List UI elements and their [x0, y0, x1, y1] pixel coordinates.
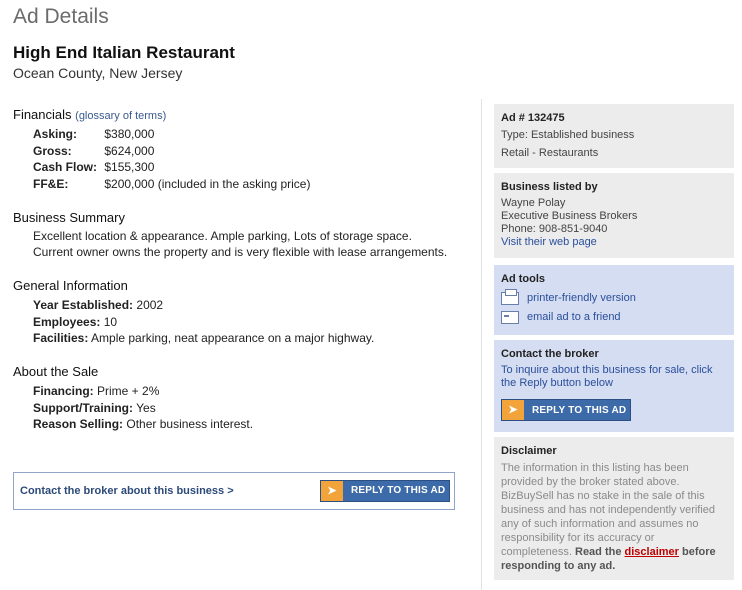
financials-value: $380,000: [104, 127, 155, 141]
email-link[interactable]: email ad to a friend: [527, 311, 621, 324]
disclaimer-link[interactable]: disclaimer: [625, 546, 679, 558]
business-summary-section: Business Summary Excellent location & ap…: [13, 210, 447, 260]
broker-heading: Business listed by: [501, 181, 598, 193]
general-info-row: Year Established: 2002: [33, 297, 374, 314]
contact-broker-panel: Contact the broker To inquire about this…: [494, 340, 734, 432]
financials-row: FF&E: $200,000 (included in the asking p…: [33, 176, 310, 193]
ad-category: Retail - Restaurants: [501, 147, 599, 159]
reply-button-label: REPLY TO THIS AD: [532, 405, 627, 416]
general-info-value: 10: [103, 314, 118, 329]
broker-panel: Business listed by Wayne Polay Executive…: [494, 173, 734, 258]
financials-row: Cash Flow: $155,300: [33, 159, 310, 176]
general-info-label: Year Established:: [33, 298, 134, 312]
business-summary-line: Excellent location & appearance. Ample p…: [33, 229, 412, 243]
about-sale-value: Prime + 2%: [97, 384, 160, 398]
financials-row: Asking: $380,000: [33, 126, 310, 143]
reply-button-label: REPLY TO THIS AD: [351, 485, 446, 496]
financials-value: $624,000: [104, 143, 155, 158]
about-sale-row: Reason Selling: Other business interest.: [33, 416, 253, 433]
financials-value: $200,000 (included in the asking price): [104, 176, 311, 191]
broker-name: Wayne Polay: [501, 197, 566, 209]
general-info-value: 2002: [136, 298, 164, 312]
contact-broker-text: To inquire about this business for sale,…: [501, 364, 713, 389]
disclaimer-read-prefix: Read the: [575, 546, 622, 558]
general-info-label: Employees:: [33, 314, 101, 329]
financials-row: Gross: $624,000: [33, 143, 310, 160]
general-info-row: Facilities: Ample parking, neat appearan…: [33, 330, 374, 347]
about-sale-row: Support/Training: Yes: [33, 400, 253, 417]
general-info-row: Employees: 10: [33, 314, 374, 331]
financials-heading-text: Financials: [13, 107, 72, 122]
arrow-right-icon: ➤: [321, 481, 343, 501]
financials-label: FF&E:: [33, 176, 69, 191]
email-tool[interactable]: email ad to a friend: [501, 311, 727, 324]
ad-info-panel: Ad # 132475 Type: Established business R…: [494, 104, 734, 168]
financials-value: $155,300: [104, 160, 155, 174]
about-sale-label: Financing:: [33, 384, 94, 398]
listing-title: High End Italian Restaurant: [13, 43, 235, 62]
arrow-right-icon: ➤: [502, 400, 524, 420]
disclaimer-heading: Disclaimer: [501, 445, 557, 457]
page-title: Ad Details: [13, 5, 109, 28]
general-info-heading: General Information: [13, 278, 128, 293]
about-sale-label: Support/Training:: [33, 400, 133, 415]
print-link[interactable]: printer-friendly version: [527, 292, 636, 305]
broker-website-link[interactable]: Visit their web page: [501, 236, 597, 248]
disclaimer-body: The information in this listing has been…: [501, 462, 716, 558]
financials-label: Cash Flow:: [33, 160, 98, 174]
business-summary-heading: Business Summary: [13, 210, 125, 225]
financials-heading: Financials (glossary of terms): [13, 107, 310, 122]
disclaimer-panel: Disclaimer The information in this listi…: [494, 437, 734, 580]
glossary-link[interactable]: (glossary of terms): [75, 110, 166, 122]
ad-tools-heading: Ad tools: [501, 273, 545, 285]
ad-number: Ad # 132475: [501, 112, 565, 124]
broker-phone: Phone: 908-851-9040: [501, 223, 608, 235]
general-info-value: Ample parking, neat appearance on a majo…: [91, 331, 375, 345]
about-sale-heading: About the Sale: [13, 364, 99, 379]
about-sale-row: Financing: Prime + 2%: [33, 383, 253, 400]
listing-location: Ocean County, New Jersey: [13, 65, 183, 81]
financials-label: Gross:: [33, 143, 72, 158]
ad-type: Type: Established business: [501, 129, 635, 141]
about-sale-value: Yes: [136, 400, 156, 415]
printer-icon: [501, 289, 519, 305]
financials-label: Asking:: [33, 127, 78, 141]
general-info-section: General Information Year Established: 20…: [13, 278, 374, 347]
broker-company: Executive Business Brokers: [501, 210, 638, 222]
sidebar: Ad # 132475 Type: Established business R…: [481, 99, 734, 590]
ad-tools-panel: Ad tools printer-friendly version email …: [494, 265, 734, 335]
business-summary-line: Current owner owns the property and is v…: [33, 244, 448, 259]
reply-button[interactable]: ➤ REPLY TO THIS AD: [320, 480, 450, 502]
contact-broker-link[interactable]: Contact the broker about this business >: [20, 485, 234, 497]
contact-broker-heading: Contact the broker: [501, 348, 599, 360]
about-sale-value: Other business interest.: [126, 417, 254, 431]
contact-broker-box: Contact the broker about this business >…: [13, 472, 455, 510]
print-tool[interactable]: printer-friendly version: [501, 289, 727, 305]
email-icon: [501, 311, 519, 324]
sidebar-reply-button[interactable]: ➤ REPLY TO THIS AD: [501, 399, 631, 421]
about-sale-section: About the Sale Financing: Prime + 2% Sup…: [13, 364, 253, 433]
financials-section: Financials (glossary of terms) Asking: $…: [13, 107, 310, 192]
disclaimer-text: The information in this listing has been…: [501, 461, 727, 573]
general-info-label: Facilities:: [33, 331, 89, 345]
about-sale-label: Reason Selling:: [33, 417, 124, 431]
